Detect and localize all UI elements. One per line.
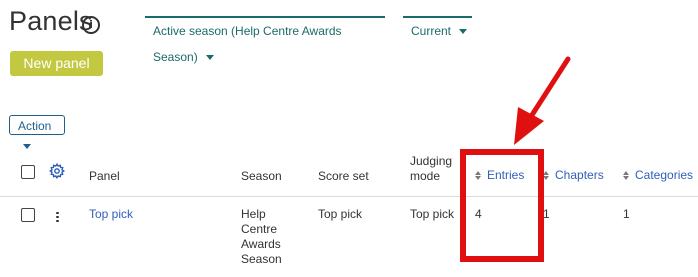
kebab-icon[interactable] [56, 210, 60, 224]
action-button[interactable]: Action [9, 115, 65, 150]
sort-icon [623, 171, 630, 181]
caret-down-icon [205, 55, 214, 61]
info-icon[interactable]: i [82, 16, 100, 34]
column-header-panel: Panel [89, 169, 120, 183]
season-dropdown-label: Active season (Help Centre Awards Season… [153, 24, 342, 64]
row-checkbox[interactable] [21, 208, 35, 222]
column-header-chapters[interactable]: Chapters [543, 168, 604, 182]
row-season: Help Centre Awards Season [241, 207, 282, 266]
row-judging-mode: Top pick [410, 207, 455, 221]
row-score-set: Top pick [318, 207, 363, 221]
row-panel-link[interactable]: Top pick [89, 207, 133, 222]
page-title: Panels [9, 6, 93, 36]
status-dropdown-label: Current [411, 24, 452, 38]
row-chapters: 1 [543, 207, 550, 221]
column-header-categories[interactable]: Categories [623, 168, 693, 182]
annotation-highlight-box [460, 149, 544, 262]
column-header-season: Season [241, 169, 282, 183]
season-dropdown[interactable]: Active season (Help Centre Awards Season… [145, 16, 385, 64]
column-header-categories-label: Categories [635, 168, 694, 182]
column-header-chapters-label: Chapters [555, 168, 604, 182]
column-header-judging-mode: Judging mode [410, 154, 453, 183]
gear-icon[interactable] [48, 162, 66, 180]
row-categories: 1 [623, 207, 630, 221]
action-button-label: Action [18, 119, 52, 133]
caret-down-icon [23, 144, 31, 150]
header-divider [0, 196, 698, 197]
caret-down-icon [459, 29, 468, 35]
new-panel-button[interactable]: New panel [10, 51, 103, 76]
status-dropdown[interactable]: Current [403, 16, 472, 44]
column-header-score-set: Score set [318, 169, 369, 183]
annotation-arrow [500, 55, 575, 155]
sort-icon [543, 171, 550, 181]
select-all-checkbox[interactable] [21, 165, 35, 179]
